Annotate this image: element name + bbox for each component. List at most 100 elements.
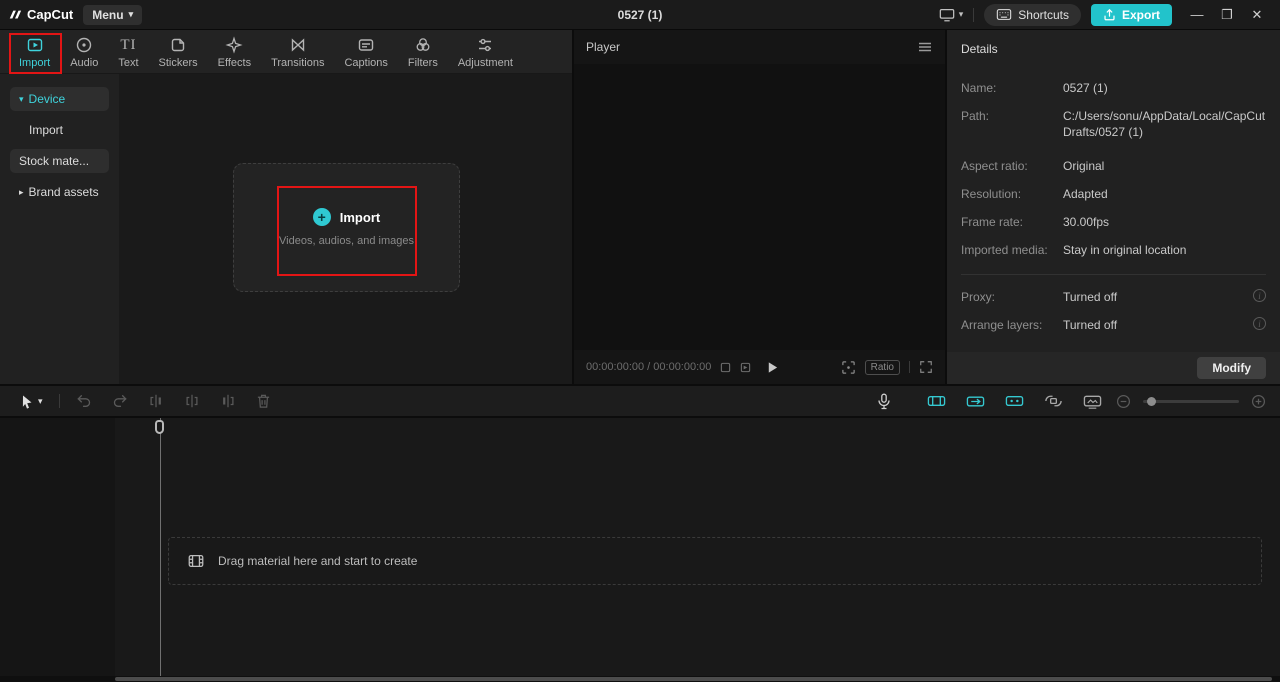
capcut-logo: CapCut: [8, 7, 73, 22]
import-button[interactable]: + Import: [312, 208, 380, 226]
detail-value: 30.00fps: [1063, 215, 1110, 229]
tab-filters[interactable]: Filters: [399, 30, 447, 74]
tab-label: Effects: [217, 56, 252, 69]
track-header-column: [0, 418, 115, 676]
detail-row-arrange-layers: Arrange layers: Turned off i: [947, 317, 1280, 333]
chevron-down-icon: ▾: [38, 395, 43, 406]
stickers-tab-icon: [168, 35, 188, 55]
ratio-button[interactable]: Ratio: [864, 359, 900, 375]
previous-frame-icon[interactable]: [720, 362, 731, 373]
detail-row-aspect-ratio: Aspect ratio: Original: [947, 158, 1280, 174]
details-panel: Details Name: 0527 (1) Path: C:/Users/so…: [947, 30, 1280, 384]
label-toggle-icon[interactable]: [1034, 386, 1073, 416]
zoom-slider-thumb[interactable]: [1147, 396, 1156, 406]
plus-icon: +: [312, 208, 331, 226]
timeline: Drag material here and start to create: [0, 418, 1280, 676]
tab-transitions[interactable]: Transitions: [262, 30, 333, 74]
split-right-button[interactable]: [210, 386, 246, 416]
sidebar-item-label: Device: [28, 92, 66, 106]
delete-button[interactable]: [246, 386, 281, 416]
playhead-handle[interactable]: [155, 420, 164, 434]
play-button[interactable]: [766, 361, 779, 374]
modify-row: Modify: [947, 352, 1280, 384]
playhead-line: [160, 418, 161, 676]
details-divider: [961, 274, 1266, 275]
zoom-out-icon[interactable]: [1112, 386, 1135, 416]
sidebar-item-label: Import: [29, 123, 64, 137]
tab-label: Transitions: [271, 56, 325, 69]
redo-button[interactable]: [102, 386, 138, 416]
main-area: Import Audio TI Text Stickers Effects Tr…: [0, 30, 1280, 384]
detail-row-proxy: Proxy: Turned off i: [947, 289, 1280, 305]
shortcuts-button-label: Shortcuts: [1018, 7, 1069, 22]
magnetic-toggle-icon[interactable]: [917, 386, 956, 416]
maximize-button[interactable]: ❐: [1212, 7, 1242, 23]
menu-button[interactable]: Menu ▾: [83, 4, 143, 25]
text-tab-icon: TI: [120, 36, 137, 53]
detail-label: Imported media:: [961, 243, 1048, 257]
timeline-track-area[interactable]: Drag material here and start to create: [115, 418, 1280, 676]
detail-row-name: Name: 0527 (1): [947, 80, 1280, 96]
player-controls-right: Ratio: [841, 359, 933, 375]
export-icon: [1103, 8, 1116, 21]
tab-text[interactable]: TI Text: [109, 30, 147, 74]
detail-label: Path:: [961, 109, 990, 123]
tab-label: Stickers: [158, 56, 198, 69]
cover-toggle-icon[interactable]: [1073, 386, 1112, 416]
scrollbar-thumb[interactable]: [115, 677, 1272, 681]
tab-import[interactable]: Import: [10, 30, 59, 74]
modify-button[interactable]: Modify: [1197, 357, 1266, 379]
tab-audio[interactable]: Audio: [61, 30, 107, 74]
chevron-down-icon: ▾: [128, 9, 134, 19]
detail-row-resolution: Resolution: Adapted: [947, 186, 1280, 202]
export-button[interactable]: Export: [1090, 3, 1172, 26]
timeline-zoom-slider[interactable]: [1143, 396, 1239, 406]
player-panel: Player 00:00:00:00 / 00:00:00:00 Ratio: [574, 30, 945, 384]
sidebar-item-import[interactable]: Import: [10, 118, 109, 142]
undo-button[interactable]: [66, 386, 102, 416]
import-drop-zone[interactable]: + Import Videos, audios, and images: [233, 163, 460, 292]
split-left-button[interactable]: [138, 386, 174, 416]
detail-label: Arrange layers:: [961, 318, 1043, 332]
horizontal-scrollbar[interactable]: [0, 676, 1280, 682]
tab-effects[interactable]: Effects: [209, 30, 260, 74]
timeline-drop-zone[interactable]: Drag material here and start to create: [168, 537, 1262, 585]
split-button[interactable]: [174, 386, 210, 416]
tab-label: Import: [19, 56, 51, 69]
filters-tab-icon: [413, 35, 433, 55]
ripple-toggle-icon[interactable]: [956, 386, 995, 416]
minimize-button[interactable]: —: [1182, 7, 1212, 22]
player-header: Player: [574, 30, 945, 64]
chevron-right-icon: ▸: [19, 186, 24, 197]
info-icon[interactable]: i: [1253, 289, 1266, 302]
details-title: Details: [961, 42, 998, 56]
zoom-in-icon[interactable]: [1247, 386, 1270, 416]
timeline-drop-hint: Drag material here and start to create: [218, 554, 418, 568]
detail-row-path: Path: C:/Users/sonu/AppData/Local/CapCut…: [947, 108, 1280, 140]
media-sidebar: ▾ Device Import Stock mate... ▸ Brand as…: [0, 74, 119, 384]
close-button[interactable]: ✕: [1242, 7, 1272, 23]
shortcuts-button[interactable]: Shortcuts: [984, 3, 1081, 26]
sidebar-item-device[interactable]: ▾ Device: [10, 87, 109, 111]
info-icon[interactable]: i: [1253, 317, 1266, 330]
preview-focus-icon[interactable]: [841, 360, 856, 375]
select-tool-button[interactable]: ▾: [10, 386, 53, 416]
next-frame-icon[interactable]: [740, 362, 751, 373]
sidebar-item-stock-materials[interactable]: Stock mate...: [10, 149, 109, 173]
tab-stickers[interactable]: Stickers: [150, 30, 207, 74]
detail-label: Resolution:: [961, 187, 1022, 201]
import-hint-text: Videos, audios, and images: [279, 235, 414, 247]
fullscreen-icon[interactable]: [919, 360, 933, 374]
detail-row-frame-rate: Frame rate: 30.00fps: [947, 214, 1280, 230]
tab-captions[interactable]: Captions: [335, 30, 396, 74]
tab-label: Adjustment: [457, 56, 513, 69]
detail-label: Name:: [961, 81, 997, 95]
detail-row-imported-media: Imported media: Stay in original locatio…: [947, 242, 1280, 258]
timeline-toolbar: ▾: [0, 386, 1280, 416]
player-menu-icon[interactable]: [917, 40, 933, 54]
sidebar-item-brand-assets[interactable]: ▸ Brand assets: [10, 180, 109, 204]
tab-adjustment[interactable]: Adjustment: [449, 30, 522, 74]
display-mode-button[interactable]: ▾: [938, 7, 963, 23]
linkage-toggle-icon[interactable]: [995, 386, 1034, 416]
record-voiceover-icon[interactable]: [867, 386, 901, 416]
